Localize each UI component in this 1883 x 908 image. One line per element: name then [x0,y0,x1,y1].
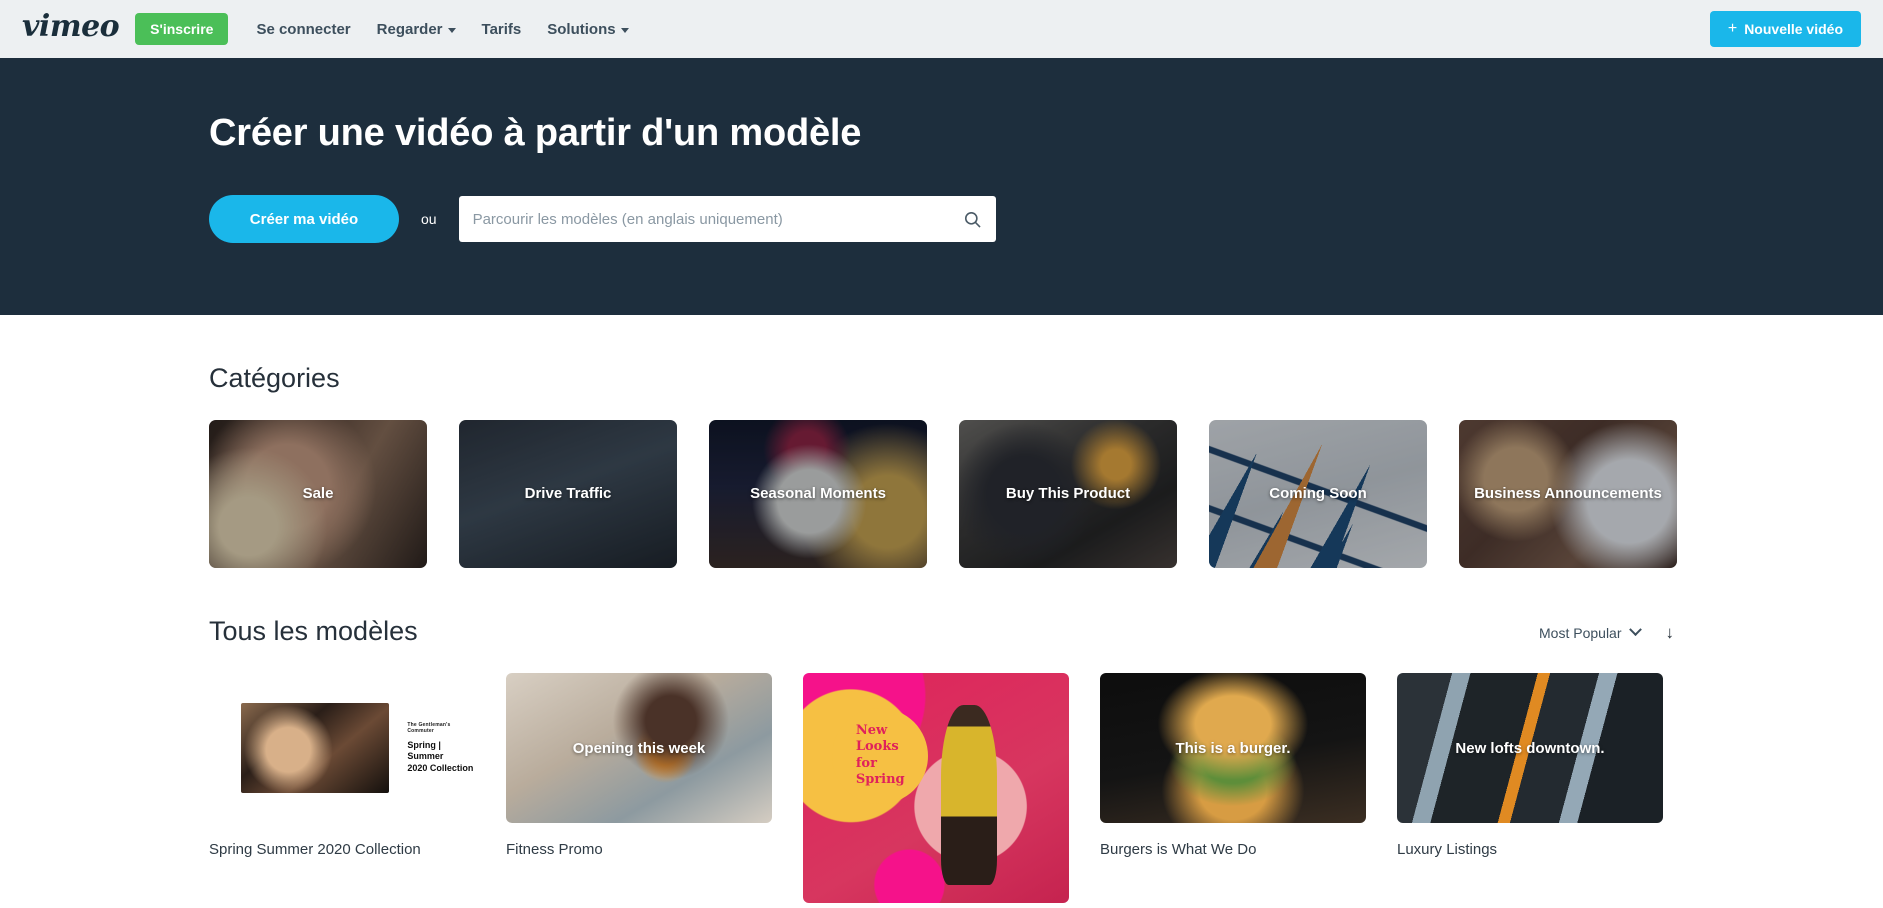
new-video-label: Nouvelle vidéo [1744,21,1843,37]
nav-link-tarifs[interactable]: Tarifs [482,21,522,38]
template-figure-graphic [941,705,998,885]
category-card-label: Sale [302,484,334,502]
category-card-label: Buy This Product [1005,484,1131,502]
plus-icon: + [1727,20,1738,37]
template-card-fitness-promo[interactable]: Opening this week Fitness Promo [506,673,772,858]
nav-link-label: Solutions [547,20,616,38]
template-inner-photo [241,703,390,793]
nav-links: Se connecter Regarder Tarifs Solutions [256,20,629,38]
chevron-down-icon [447,27,456,33]
templates-header: Tous les modèles Most Popular ↓ [209,568,1674,647]
chevron-down-icon [620,27,629,33]
template-thumbnail: The Gentleman's Commuter Spring | Summer… [209,673,475,823]
or-separator-label: ou [421,211,437,227]
template-overlay-text: This is a burger. [1175,739,1291,757]
template-card-luxury-listings[interactable]: New lofts downtown. Luxury Listings [1397,673,1663,858]
sort-by-value: Most Popular [1539,624,1622,641]
new-video-button[interactable]: + Nouvelle vidéo [1709,11,1861,47]
template-inner-text: The Gentleman's Commuter Spring | Summer… [407,722,475,774]
sort-by-dropdown[interactable]: Most Popular [1539,623,1642,641]
nav-link-solutions[interactable]: Solutions [547,20,629,38]
category-card-label: Drive Traffic [524,484,612,502]
category-card-label: Business Announcements [1474,484,1662,502]
nav-link-label: Regarder [376,20,443,38]
chevron-down-icon [1628,623,1642,637]
template-caption: Spring Summer 2020 Collection [209,841,421,858]
signup-button[interactable]: S'inscrire [135,13,229,45]
templates-sort-controls: Most Popular ↓ [1539,623,1675,647]
template-caption: Burgers is What We Do [1100,841,1257,858]
category-card-label: Coming Soon [1269,484,1367,502]
template-caption: Fitness Promo [506,841,603,858]
vimeo-logo[interactable]: vimeo [22,12,120,46]
template-overlay-text: New lofts downtown. [1455,739,1605,757]
template-thumbnail: Opening this week [506,673,772,823]
templates-section: Tous les modèles Most Popular ↓ The Gent… [0,568,1883,908]
category-card-coming-soon[interactable]: Coming Soon [1209,420,1427,568]
categories-section: Catégories Sale Drive Traffic Seasonal M… [0,315,1883,568]
category-card-seasonal-moments[interactable]: Seasonal Moments [709,420,927,568]
category-card-buy-this-product[interactable]: Buy This Product [959,420,1177,568]
sort-direction-button[interactable]: ↓ [1666,624,1675,641]
category-card-list: Sale Drive Traffic Seasonal Moments Buy … [209,420,1677,568]
template-badge: New Looks for Spring [832,707,929,804]
top-navigation-bar: vimeo S'inscrire Se connecter Regarder T… [0,0,1883,58]
template-inner-headline: Spring | Summer 2020 Collection [407,740,474,773]
template-thumbnail: New Looks for Spring [803,673,1069,903]
template-overlay-text: Opening this week [572,739,706,757]
hero-section: Créer une vidéo à partir d'un modèle Cré… [0,58,1883,315]
template-thumbnail: New lofts downtown. [1397,673,1663,823]
template-card-new-looks-for-spring[interactable]: New Looks for Spring [803,673,1069,908]
search-icon[interactable] [963,210,982,229]
categories-title: Catégories [209,363,340,393]
template-card-spring-summer-2020-collection[interactable]: The Gentleman's Commuter Spring | Summer… [209,673,475,858]
nav-link-regarder[interactable]: Regarder [377,21,456,38]
create-video-button[interactable]: Créer ma vidéo [209,195,399,243]
template-caption: Luxury Listings [1397,841,1498,858]
template-inner-brandline: The Gentleman's Commuter [407,722,451,735]
template-card-burgers-is-what-we-do[interactable]: This is a burger. Burgers is What We Do [1100,673,1366,858]
template-badge-text: New Looks for Spring [855,723,905,787]
category-card-label: Seasonal Moments [750,484,886,502]
page-title: Créer une vidéo à partir d'un modèle [209,112,862,154]
template-search-box[interactable] [458,196,996,242]
nav-link-se-connecter[interactable]: Se connecter [256,21,350,38]
nav-link-label: Tarifs [481,20,522,38]
template-thumbnail: This is a burger. [1100,673,1366,823]
category-card-drive-traffic[interactable]: Drive Traffic [459,420,677,568]
search-input[interactable] [472,210,963,228]
template-card-list: The Gentleman's Commuter Spring | Summer… [209,673,1674,908]
nav-link-label: Se connecter [256,20,351,38]
templates-title: Tous les modèles [209,616,418,646]
hero-actions: Créer ma vidéo ou [209,195,1883,243]
category-card-sale[interactable]: Sale [209,420,427,568]
category-card-business-announcements[interactable]: Business Announcements [1459,420,1677,568]
